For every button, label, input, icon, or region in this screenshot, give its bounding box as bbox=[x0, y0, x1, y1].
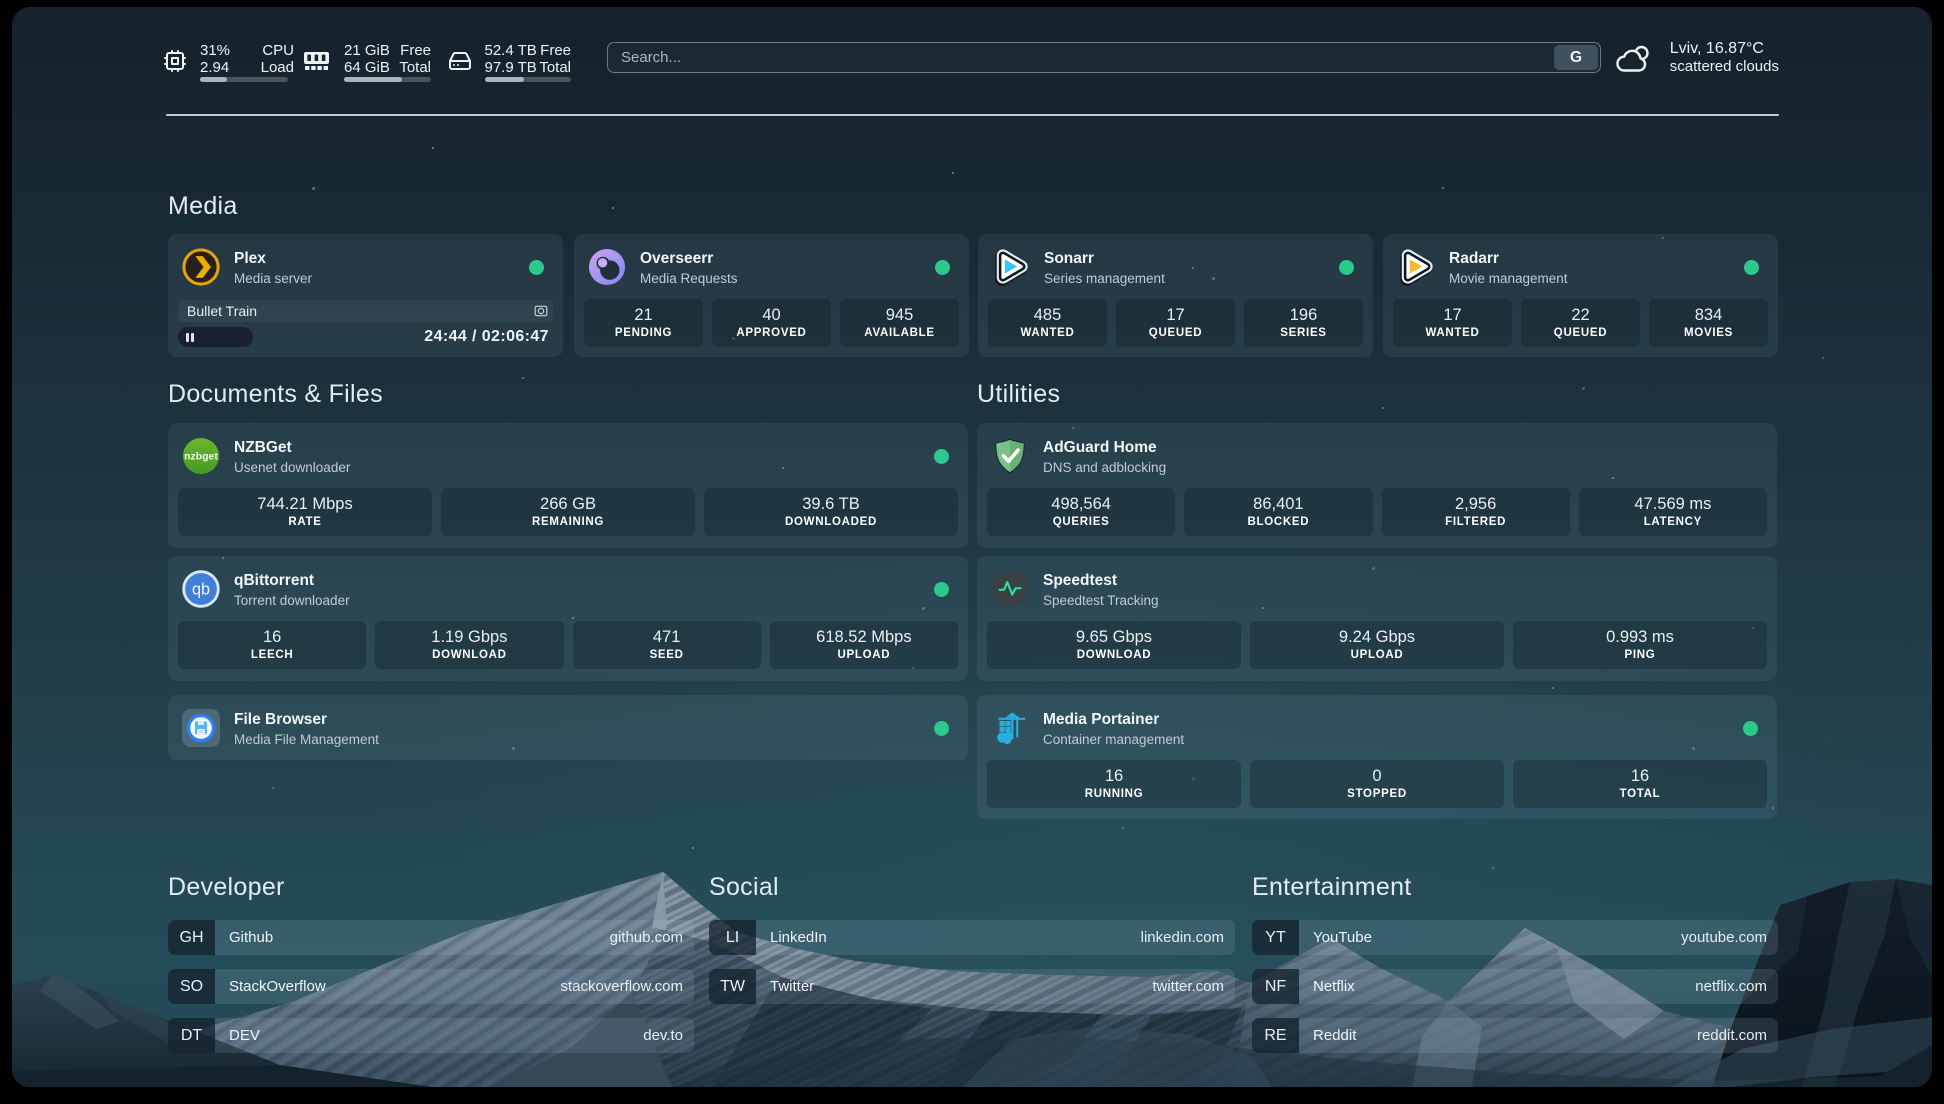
svg-text:qb: qb bbox=[192, 581, 210, 599]
svg-text:nzbget: nzbget bbox=[184, 451, 218, 462]
